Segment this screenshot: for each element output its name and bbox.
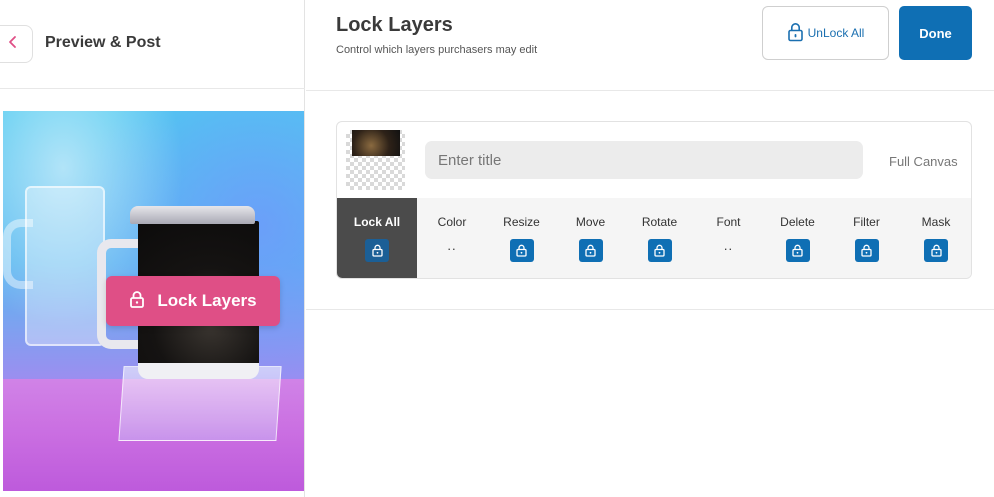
unlock-all-label: UnLock All bbox=[807, 26, 865, 40]
perm-label: Font bbox=[716, 215, 741, 229]
lock-icon bbox=[792, 244, 803, 257]
color-options-menu[interactable]: .. bbox=[447, 238, 456, 253]
preview-mug-lid bbox=[130, 206, 255, 224]
perm-label: Move bbox=[575, 215, 606, 229]
lock-icon bbox=[861, 244, 872, 257]
delete-lock-toggle[interactable] bbox=[785, 239, 810, 262]
perm-filter: Filter bbox=[832, 198, 901, 278]
done-button[interactable]: Done bbox=[899, 6, 972, 60]
left-divider bbox=[0, 88, 305, 89]
chevron-left-icon bbox=[6, 35, 20, 54]
preview-mug-base bbox=[138, 363, 259, 379]
left-panel: Preview & Post Lock Layers bbox=[0, 0, 305, 497]
mask-lock-toggle[interactable] bbox=[924, 239, 948, 262]
back-button[interactable] bbox=[0, 25, 33, 63]
font-options-menu[interactable]: .. bbox=[724, 238, 733, 253]
lock-icon bbox=[129, 290, 145, 313]
lock-icon bbox=[585, 244, 596, 257]
layer-card: Full Canvas Lock All Color .. Resize Mov… bbox=[336, 121, 972, 279]
perm-font: Font .. bbox=[694, 198, 763, 278]
lock-icon bbox=[930, 244, 942, 257]
perm-label: Mask bbox=[921, 215, 951, 229]
lock-layers-button-label: Lock Layers bbox=[157, 291, 257, 310]
resize-lock-toggle[interactable] bbox=[509, 239, 534, 262]
perm-delete: Delete bbox=[763, 198, 832, 278]
perm-label: Filter bbox=[853, 215, 880, 229]
perm-move: Move bbox=[556, 198, 625, 278]
filter-lock-toggle[interactable] bbox=[854, 239, 879, 262]
lock-all-toggle[interactable] bbox=[365, 239, 389, 262]
perm-label: Delete bbox=[780, 215, 815, 229]
header-divider bbox=[306, 90, 994, 91]
lock-icon bbox=[654, 244, 665, 257]
lock-icon bbox=[371, 244, 383, 257]
permission-row: Lock All Color .. Resize Move Rotate Fon… bbox=[337, 198, 971, 278]
layer-thumbnail-image bbox=[352, 130, 400, 156]
move-lock-toggle[interactable] bbox=[578, 239, 603, 262]
perm-label: Lock All bbox=[353, 215, 401, 229]
perm-resize: Resize bbox=[487, 198, 556, 278]
perm-rotate: Rotate bbox=[625, 198, 694, 278]
unlock-all-button[interactable]: UnLock All bbox=[762, 6, 889, 60]
perm-label: Resize bbox=[503, 215, 540, 229]
page-title: Lock Layers bbox=[336, 14, 453, 36]
lock-icon bbox=[516, 244, 527, 257]
unlock-icon bbox=[787, 22, 804, 45]
lock-layers-button[interactable]: Lock Layers bbox=[106, 276, 280, 326]
page-subtitle: Control which layers purchasers may edit bbox=[336, 44, 538, 56]
perm-label: Rotate bbox=[641, 215, 678, 229]
content-divider bbox=[306, 309, 994, 310]
canvas-label: Full Canvas bbox=[889, 154, 958, 169]
perm-lock-all: Lock All bbox=[337, 198, 417, 278]
perm-label: Color bbox=[437, 215, 467, 229]
layer-thumbnail bbox=[346, 130, 405, 190]
preview-ghost-mug bbox=[25, 186, 105, 346]
perm-color: Color .. bbox=[417, 198, 487, 278]
perm-mask: Mask bbox=[901, 198, 971, 278]
left-panel-title: Preview & Post bbox=[45, 34, 161, 51]
layer-title-input[interactable] bbox=[425, 141, 863, 179]
rotate-lock-toggle[interactable] bbox=[647, 239, 672, 262]
